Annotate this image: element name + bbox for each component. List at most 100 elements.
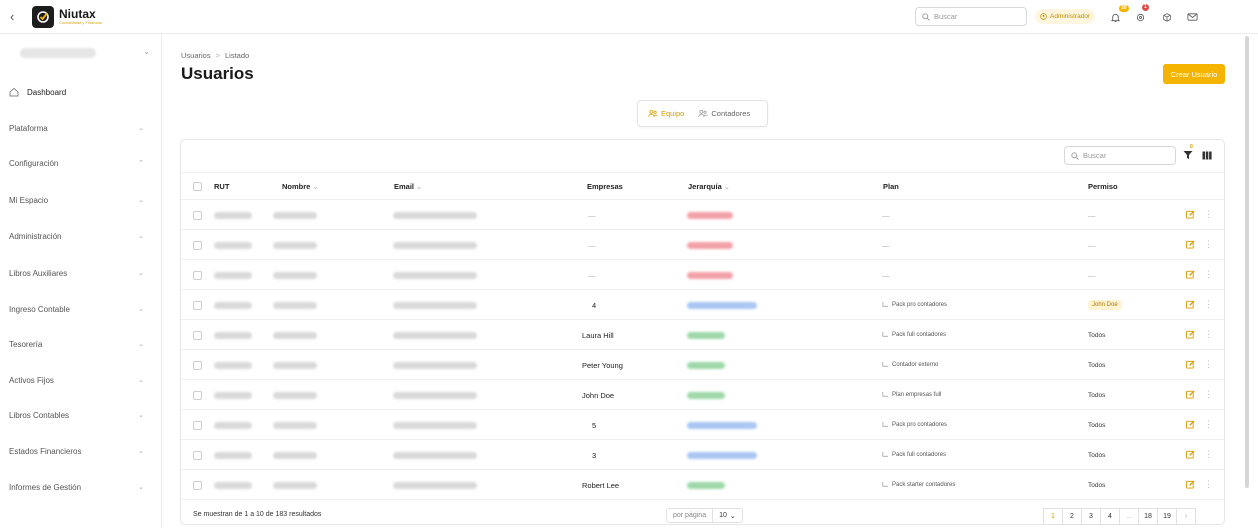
row-checkbox[interactable]	[193, 270, 202, 280]
edit-button[interactable]	[1186, 330, 1195, 341]
table-row[interactable]: John Doe Plan empresas full Todos ⋮	[181, 380, 1224, 410]
breadcrumb-root[interactable]: Usuarios	[181, 51, 211, 60]
sidebar-item-plataforma[interactable]: Plataforma ⌄	[0, 118, 162, 138]
back-chevron-icon[interactable]: ‹	[10, 10, 22, 24]
per-page-selector[interactable]: por página 10 ⌄	[666, 508, 743, 523]
sidebar-item-label: Dashboard	[27, 87, 67, 97]
per-page-number: 10	[719, 512, 727, 519]
sidebar-item-dashboard[interactable]: Dashboard	[0, 82, 162, 102]
email-value-blurred	[393, 451, 477, 459]
notifications-button[interactable]: 30	[1108, 5, 1129, 24]
more-vertical-icon[interactable]: ⋮	[1204, 209, 1213, 219]
row-checkbox[interactable]	[193, 450, 202, 460]
more-vertical-icon[interactable]: ⋮	[1204, 449, 1213, 459]
email-value-blurred	[393, 421, 477, 429]
column-header-email[interactable]: Email ⌄	[394, 182, 422, 191]
row-checkbox[interactable]	[193, 210, 202, 220]
table-row[interactable]: Robert Lee Pack starter contadores Todos…	[181, 470, 1224, 500]
tab-contadores[interactable]: Contadores	[694, 106, 754, 121]
sidebar-item-ingreso-contable[interactable]: Ingreso Contable ⌄	[0, 299, 162, 319]
select-all-checkbox[interactable]	[193, 182, 202, 191]
mail-button[interactable]	[1185, 10, 1199, 24]
sidebar-item-administracion[interactable]: Administración ⌄	[0, 226, 162, 246]
global-search-placeholder: Buscar	[934, 12, 958, 21]
table-row[interactable]: — — — ⋮	[181, 200, 1224, 230]
more-vertical-icon[interactable]: ⋮	[1204, 299, 1213, 309]
more-vertical-icon[interactable]: ⋮	[1204, 269, 1213, 279]
page-scrollbar-thumb[interactable]	[1245, 36, 1249, 488]
table-search-input[interactable]: Buscar	[1064, 146, 1176, 165]
table-row[interactable]: — — — ⋮	[181, 230, 1224, 260]
more-vertical-icon[interactable]: ⋮	[1204, 239, 1213, 249]
table-row[interactable]: Peter Young Contador externo Todos ⋮	[181, 350, 1224, 380]
page-button[interactable]: 3	[1081, 508, 1101, 525]
more-vertical-icon[interactable]: ⋮	[1204, 479, 1213, 489]
page-button[interactable]: 19	[1157, 508, 1177, 525]
permiso-value: —	[1088, 270, 1096, 280]
company-selector[interactable]: ⌄	[20, 46, 150, 60]
sidebar-item-tesoreria[interactable]: Tesorería ⌄	[0, 334, 162, 354]
edit-button[interactable]	[1186, 360, 1195, 371]
column-header-plan[interactable]: Plan	[883, 182, 899, 191]
row-checkbox[interactable]	[193, 390, 202, 400]
global-search-input[interactable]: Buscar	[915, 7, 1027, 26]
sidebar-item-informes-gestion[interactable]: Informes de Gestión ⌄	[0, 477, 162, 497]
chevron-down-icon: ⌄	[138, 197, 144, 204]
create-user-button[interactable]: Crear Usuario	[1163, 64, 1225, 84]
row-checkbox[interactable]	[193, 480, 202, 490]
table-row[interactable]: — — — ⋮	[181, 260, 1224, 290]
row-checkbox[interactable]	[193, 420, 202, 430]
sidebar-item-libros-auxiliares[interactable]: Libros Auxiliares ⌄	[0, 263, 162, 283]
sidebar-item-libros-contables[interactable]: Libros Contables ⌄	[0, 405, 162, 425]
more-vertical-icon[interactable]: ⋮	[1204, 419, 1213, 429]
edit-button[interactable]	[1186, 420, 1195, 431]
bell-icon	[1110, 13, 1120, 22]
row-checkbox[interactable]	[193, 330, 202, 340]
edit-button[interactable]	[1186, 450, 1195, 461]
column-header-rut[interactable]: RUT	[214, 182, 229, 191]
page-button[interactable]: 2	[1062, 508, 1082, 525]
sidebar-item-label: Libros Auxiliares	[9, 268, 68, 278]
page-ellipsis: ...	[1119, 508, 1139, 525]
more-vertical-icon[interactable]: ⋮	[1204, 329, 1213, 339]
sidebar-item-activos-fijos[interactable]: Activos Fijos ⌄	[0, 370, 162, 390]
columns-button[interactable]	[1202, 151, 1212, 162]
chevron-down-icon: ⌄	[138, 306, 144, 313]
jerarquia-value-blurred	[687, 451, 757, 459]
edit-button[interactable]	[1186, 300, 1195, 311]
row-checkbox[interactable]	[193, 300, 202, 310]
alerts-button[interactable]: 1	[1133, 4, 1149, 24]
sidebar-item-mi-espacio[interactable]: Mi Espacio ⌄	[0, 190, 162, 210]
sidebar-item-configuracion[interactable]: Configuración ⌃	[0, 153, 162, 173]
cube-button[interactable]	[1160, 10, 1174, 24]
per-page-value[interactable]: 10 ⌄	[712, 509, 742, 522]
column-header-jerarquia[interactable]: Jerarquía ⌄	[688, 182, 730, 191]
row-checkbox[interactable]	[193, 240, 202, 250]
filter-button[interactable]: 0	[1183, 144, 1193, 162]
table-row[interactable]: 3 Pack full contadores Todos ⋮	[181, 440, 1224, 470]
table-row[interactable]: 5 Pack pro contadores Todos ⋮	[181, 410, 1224, 440]
more-vertical-icon[interactable]: ⋮	[1204, 359, 1213, 369]
column-header-empresas[interactable]: Empresas	[587, 182, 623, 191]
edit-button[interactable]	[1186, 270, 1195, 281]
sidebar-item-estados-financieros[interactable]: Estados Financieros ⌄	[0, 441, 162, 461]
edit-button[interactable]	[1186, 390, 1195, 401]
edit-button[interactable]	[1186, 210, 1195, 221]
page-button[interactable]: 4	[1100, 508, 1120, 525]
column-header-nombre[interactable]: Nombre ⌄	[282, 182, 319, 191]
row-checkbox[interactable]	[193, 360, 202, 370]
role-badge[interactable]: Administrador	[1035, 9, 1096, 24]
edit-button[interactable]	[1186, 240, 1195, 251]
more-vertical-icon[interactable]: ⋮	[1204, 389, 1213, 399]
page-button[interactable]: 18	[1138, 508, 1158, 525]
column-header-permiso[interactable]: Permiso	[1088, 182, 1118, 191]
tab-equipo[interactable]: Equipo	[644, 106, 688, 121]
next-page-button[interactable]: ›	[1176, 508, 1196, 525]
empresas-value: Peter Young	[582, 360, 623, 370]
page-button[interactable]: 1	[1043, 508, 1063, 525]
table-row[interactable]: Laura Hill Pack full contadores Todos ⋮	[181, 320, 1224, 350]
app-logo[interactable]: Niutax Contabilidad y Finanzas	[32, 6, 102, 28]
table-row[interactable]: 4 Pack pro contadores John Doe ⋮	[181, 290, 1224, 320]
chevron-down-icon: ⌄	[138, 448, 144, 455]
edit-button[interactable]	[1186, 480, 1195, 491]
